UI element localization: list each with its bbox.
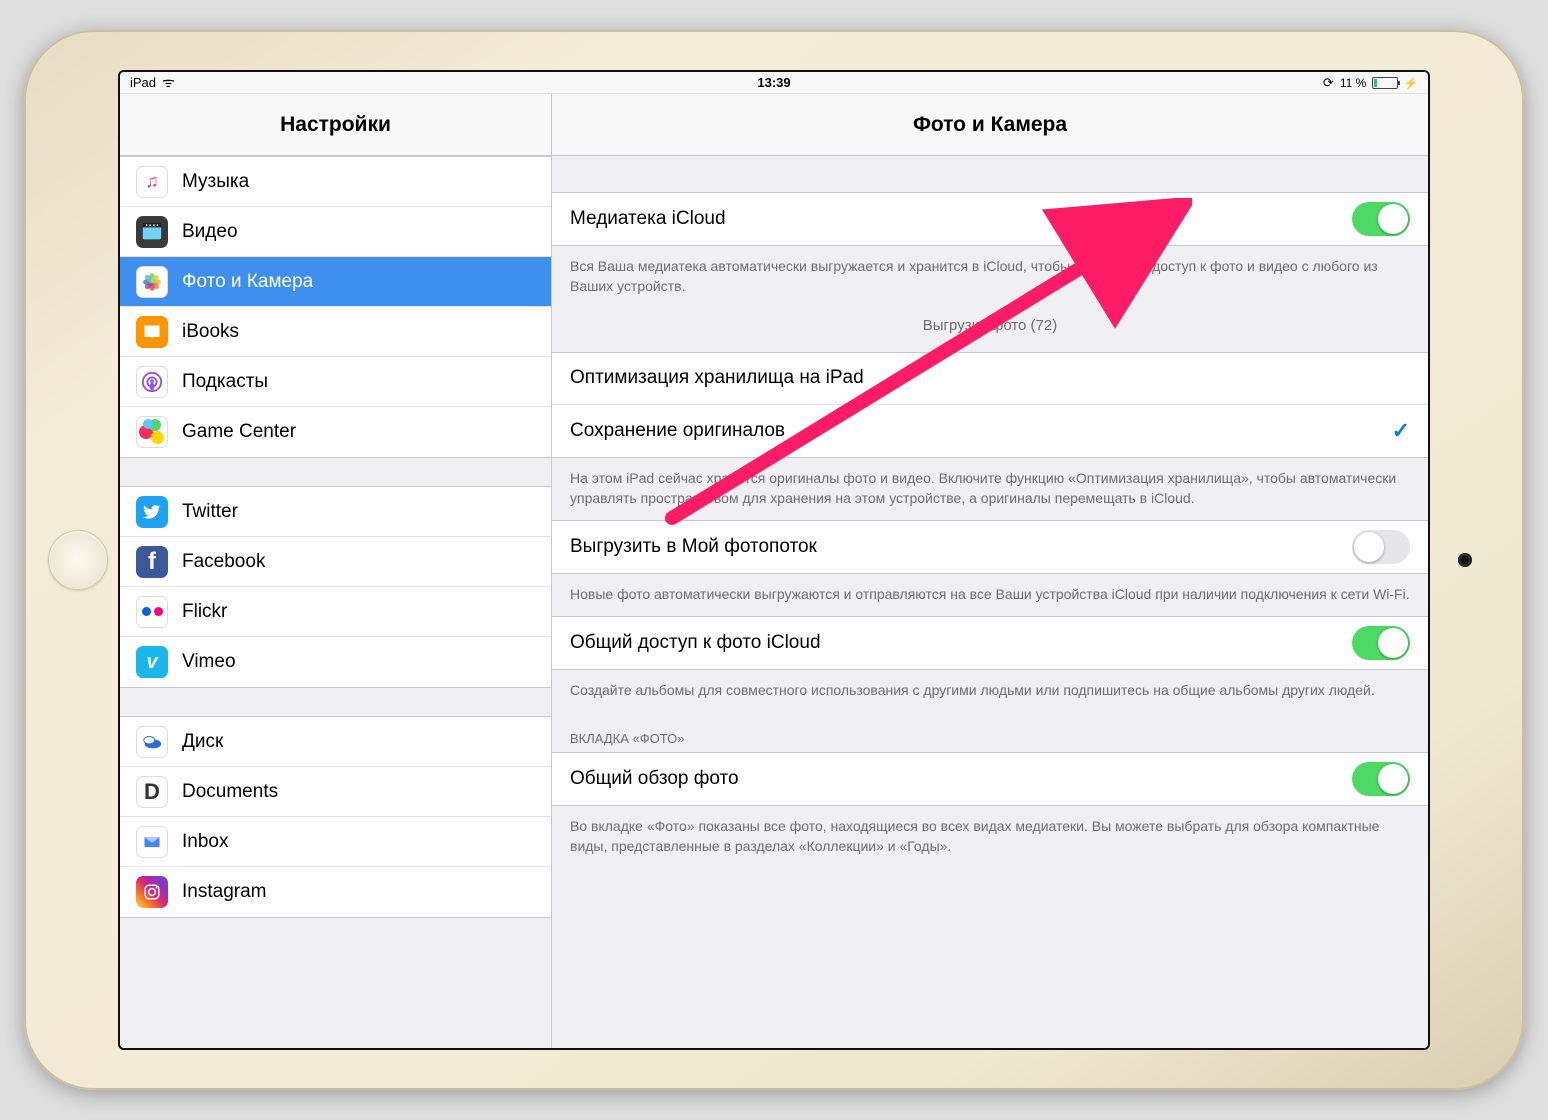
sidebar-item-label: Vimeo	[182, 651, 236, 673]
clock: 13:39	[120, 75, 1428, 90]
sharing-footer: Создайте альбомы для совместного использ…	[552, 670, 1428, 712]
charging-icon	[1404, 76, 1418, 90]
sidebar-item-facebook[interactable]: f Facebook	[120, 537, 551, 587]
wifi-icon	[162, 73, 175, 92]
toggle-photostream[interactable]	[1352, 530, 1410, 564]
sidebar-title: Настройки	[120, 94, 551, 156]
sidebar-item-label: Диск	[182, 731, 223, 753]
optimize-storage-label: Оптимизация хранилища на iPad	[570, 367, 1410, 389]
sidebar-item-instagram[interactable]: Instagram	[120, 867, 551, 917]
toggle-icloud-library[interactable]	[1352, 202, 1410, 236]
ibooks-icon	[136, 316, 168, 348]
sidebar-item-label: Documents	[182, 781, 278, 803]
sidebar-item-label: Twitter	[182, 501, 238, 523]
section-storage: Оптимизация хранилища на iPad Сохранение…	[552, 352, 1428, 458]
photos-overview-footer: Во вкладке «Фото» показаны все фото, нах…	[552, 806, 1428, 869]
section-icloud-library: Медиатека iCloud	[552, 192, 1428, 246]
checkmark-icon: ✓	[1392, 418, 1410, 444]
sidebar-item-twitter[interactable]: Twitter	[120, 487, 551, 537]
sidebar-item-label: Facebook	[182, 551, 265, 573]
row-icloud-sharing[interactable]: Общий доступ к фото iCloud	[552, 617, 1428, 669]
photostream-label: Выгрузить в Мой фотопоток	[570, 536, 1352, 558]
section-photos-tab: Общий обзор фото	[552, 752, 1428, 806]
sidebar-group-apps: Диск D Documents Inbox	[120, 716, 551, 918]
sidebar-item-label: Game Center	[182, 421, 296, 443]
facebook-icon: f	[136, 546, 168, 578]
settings-sidebar: Настройки ♫ Музыка Видео	[120, 94, 552, 1048]
sidebar-item-label: Музыка	[182, 171, 249, 193]
row-icloud-library[interactable]: Медиатека iCloud	[552, 193, 1428, 245]
flickr-icon	[136, 596, 168, 628]
sidebar-item-inbox[interactable]: Inbox	[120, 817, 551, 867]
sidebar-item-photos[interactable]: Фото и Камера	[120, 257, 551, 307]
twitter-icon	[136, 496, 168, 528]
sidebar-item-ibooks[interactable]: iBooks	[120, 307, 551, 357]
podcasts-icon	[136, 366, 168, 398]
front-camera	[1458, 553, 1472, 567]
vimeo-icon: v	[136, 646, 168, 678]
sidebar-item-documents[interactable]: D Documents	[120, 767, 551, 817]
instagram-icon	[136, 876, 168, 908]
sidebar-item-gamecenter[interactable]: Game Center	[120, 407, 551, 457]
toggle-photos-overview[interactable]	[1352, 762, 1410, 796]
sidebar-item-music[interactable]: ♫ Музыка	[120, 157, 551, 207]
detail-title: Фото и Камера	[552, 94, 1428, 156]
sidebar-item-video[interactable]: Видео	[120, 207, 551, 257]
sidebar-item-label: Instagram	[182, 881, 266, 903]
music-icon: ♫	[136, 166, 168, 198]
sidebar-item-podcasts[interactable]: Подкасты	[120, 357, 551, 407]
detail-pane: Фото и Камера Медиатека iCloud Вся Ваша …	[552, 94, 1428, 1048]
sidebar-item-label: iBooks	[182, 321, 239, 343]
sidebar-group-media: ♫ Музыка Видео	[120, 156, 551, 458]
icloud-sharing-label: Общий доступ к фото iCloud	[570, 632, 1352, 654]
icloud-library-footer: Вся Ваша медиатека автоматически выгружа…	[552, 246, 1428, 309]
sidebar-group-social: Twitter f Facebook Flickr	[120, 486, 551, 688]
battery-percent: 11 %	[1340, 76, 1366, 90]
sidebar-item-vimeo[interactable]: v Vimeo	[120, 637, 551, 687]
sidebar-item-label: Flickr	[182, 601, 227, 623]
icloud-library-label: Медиатека iCloud	[570, 208, 1352, 230]
sidebar-item-label: Подкасты	[182, 371, 268, 393]
sidebar-item-label: Фото и Камера	[182, 271, 313, 293]
documents-icon: D	[136, 776, 168, 808]
keep-originals-label: Сохранение оригиналов	[570, 420, 1392, 442]
toggle-icloud-sharing[interactable]	[1352, 626, 1410, 660]
sidebar-item-label: Видео	[182, 221, 238, 243]
section-sharing: Общий доступ к фото iCloud	[552, 616, 1428, 670]
row-keep-originals[interactable]: Сохранение оригиналов ✓	[552, 405, 1428, 457]
sidebar-item-flickr[interactable]: Flickr	[120, 587, 551, 637]
photostream-footer: Новые фото автоматически выгружаются и о…	[552, 574, 1428, 616]
home-button[interactable]	[48, 530, 108, 590]
gamecenter-icon	[136, 416, 168, 448]
status-bar: iPad 13:39 11 %	[120, 72, 1428, 94]
storage-footer: На этом iPad сейчас хранятся оригиналы ф…	[552, 458, 1428, 521]
screen: iPad 13:39 11 % Настройки ♫	[118, 70, 1430, 1050]
ipad-device-frame: iPad 13:39 11 % Настройки ♫	[24, 30, 1524, 1090]
row-optimize-storage[interactable]: Оптимизация хранилища на iPad	[552, 353, 1428, 405]
device-label: iPad	[130, 75, 156, 90]
section-photostream: Выгрузить в Мой фотопоток	[552, 520, 1428, 574]
row-photostream[interactable]: Выгрузить в Мой фотопоток	[552, 521, 1428, 573]
upload-status: Выгрузка фото (72)	[552, 309, 1428, 352]
orientation-lock-icon	[1323, 75, 1334, 91]
video-icon	[136, 216, 168, 248]
inbox-icon	[136, 826, 168, 858]
sidebar-item-label: Inbox	[182, 831, 228, 853]
photos-overview-label: Общий обзор фото	[570, 768, 1352, 790]
photos-tab-header: ВКЛАДКА «ФОТО»	[552, 713, 1428, 752]
battery-icon	[1372, 77, 1398, 89]
yandex-disk-icon	[136, 726, 168, 758]
sidebar-item-disk[interactable]: Диск	[120, 717, 551, 767]
row-photos-overview[interactable]: Общий обзор фото	[552, 753, 1428, 805]
photos-icon	[136, 266, 168, 298]
